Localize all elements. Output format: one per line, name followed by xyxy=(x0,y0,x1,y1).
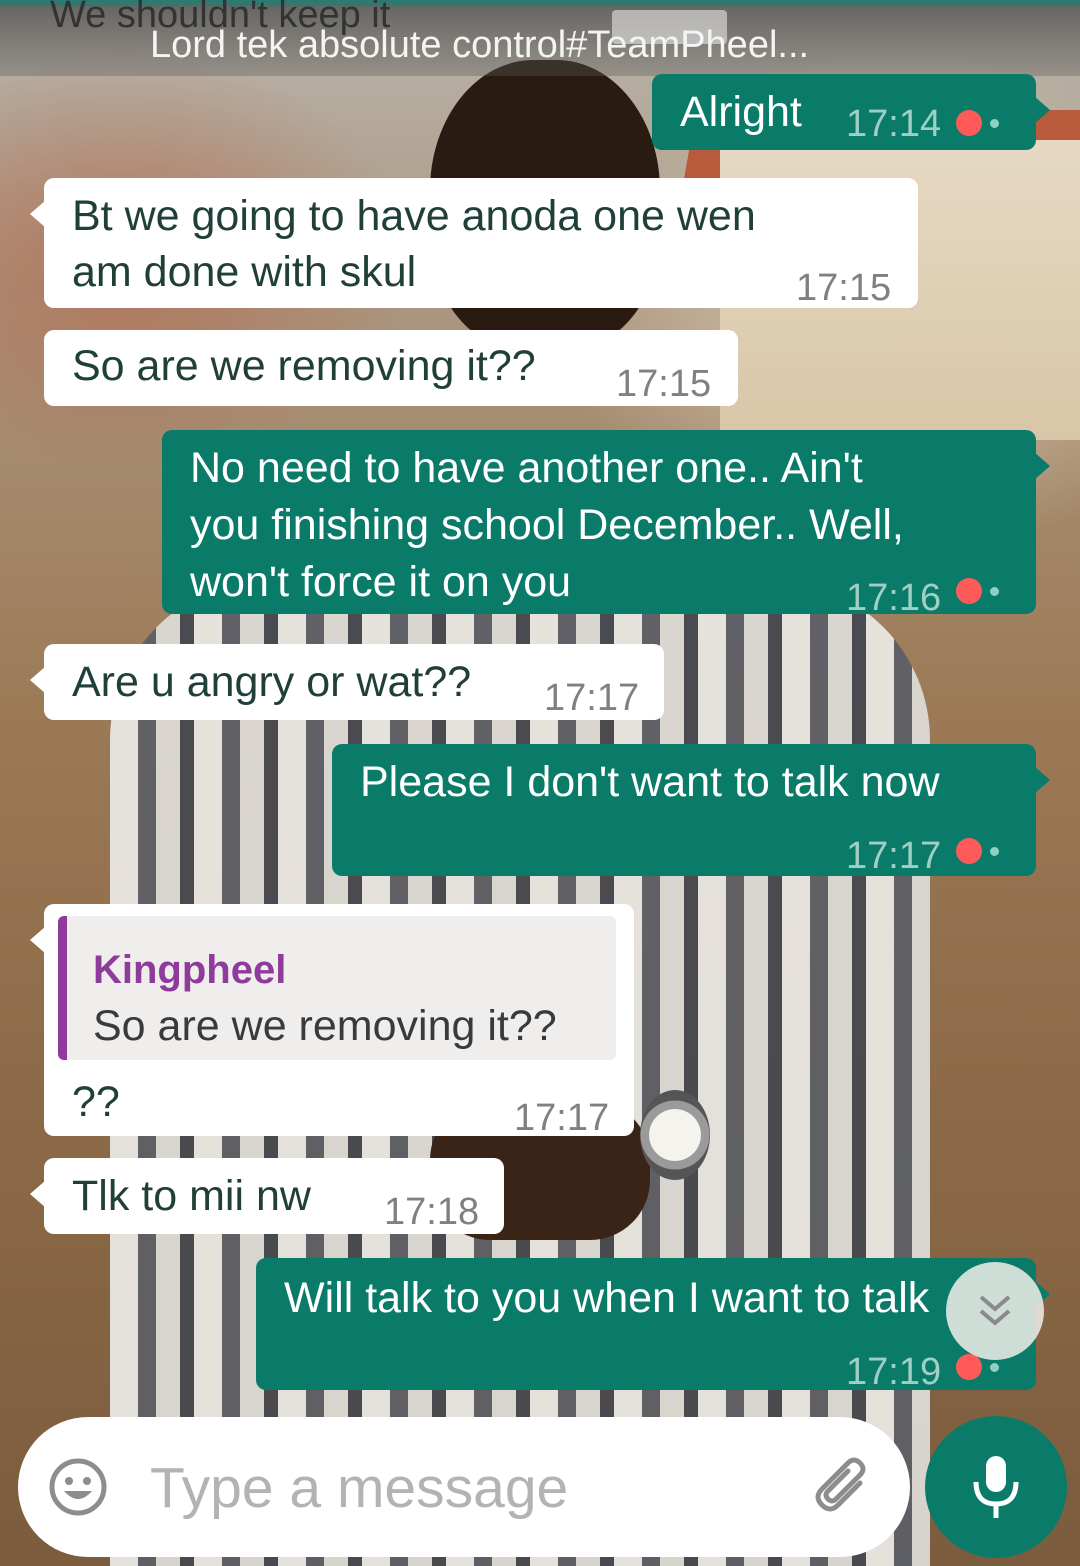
scroll-to-bottom-button[interactable] xyxy=(946,1262,1044,1360)
message-text: No need to have another one.. Ain't xyxy=(190,444,863,492)
message-status-icon xyxy=(956,838,999,864)
quoted-message[interactable]: Kingpheel So are we removing it?? xyxy=(58,916,616,1060)
message-bubble-outgoing[interactable]: No need to have another one.. Ain't you … xyxy=(162,430,1050,619)
message-bubble-outgoing[interactable]: Alright 17:14 xyxy=(652,74,1050,150)
message-bubble-incoming[interactable]: Are u angry or wat?? 17:17 xyxy=(30,644,664,720)
paperclip-icon[interactable] xyxy=(808,1453,878,1523)
message-time: 17:15 xyxy=(796,267,892,309)
wallpaper-watch xyxy=(640,1090,710,1180)
message-bubble-incoming[interactable]: So are we removing it?? 17:15 xyxy=(44,330,738,406)
message-composer xyxy=(18,1417,910,1557)
message-time: 17:17 xyxy=(544,677,640,719)
message-text: am done with skul xyxy=(72,248,417,296)
message-time: 17:19 xyxy=(846,1351,942,1393)
message-time: 17:18 xyxy=(384,1191,480,1233)
chat-title[interactable]: Lord tek absolute control#TeamPheel... xyxy=(150,24,809,67)
message-text: Are u angry or wat?? xyxy=(72,658,472,706)
message-time: 17:16 xyxy=(846,577,942,619)
quoted-author: Kingpheel xyxy=(93,948,287,992)
microphone-icon xyxy=(973,1456,1019,1518)
message-text: you finishing school December.. Well, xyxy=(190,501,904,549)
message-input[interactable] xyxy=(148,1442,782,1534)
message-text: ?? xyxy=(72,1078,120,1126)
message-time: 17:17 xyxy=(514,1097,610,1139)
message-text: Will talk to you when I want to talk xyxy=(284,1274,930,1322)
message-bubble-outgoing[interactable]: Will talk to you when I want to talk 17:… xyxy=(256,1258,1050,1393)
message-text: So are we removing it?? xyxy=(72,342,536,390)
message-time: 17:14 xyxy=(846,103,942,145)
message-status-icon xyxy=(956,110,999,136)
message-text: Bt we going to have anoda one wen xyxy=(72,192,756,240)
microphone-button[interactable] xyxy=(925,1416,1067,1558)
message-text: Alright xyxy=(680,88,802,136)
message-time: 17:17 xyxy=(846,835,942,877)
quoted-text: So are we removing it?? xyxy=(93,1002,557,1050)
chat-header-banner[interactable]: We shouldn't keep it Lord tek absolute c… xyxy=(0,0,1080,76)
message-bubble-incoming-reply[interactable]: Kingpheel So are we removing it?? ?? 17:… xyxy=(30,904,634,1139)
message-bubble-outgoing[interactable]: Please I don't want to talk now 17:17 xyxy=(332,744,1050,877)
message-time: 17:15 xyxy=(616,363,712,405)
emoji-icon[interactable] xyxy=(48,1457,108,1517)
message-text: Tlk to mii nw xyxy=(72,1172,311,1220)
message-bubble-incoming[interactable]: Tlk to mii nw 17:18 xyxy=(30,1158,504,1234)
message-text: Please I don't want to talk now xyxy=(360,758,940,806)
message-bubble-incoming[interactable]: Bt we going to have anoda one wen am don… xyxy=(30,178,918,309)
double-chevron-down-icon xyxy=(979,1295,1011,1326)
message-status-icon xyxy=(956,578,999,604)
message-text: won't force it on you xyxy=(190,558,572,606)
